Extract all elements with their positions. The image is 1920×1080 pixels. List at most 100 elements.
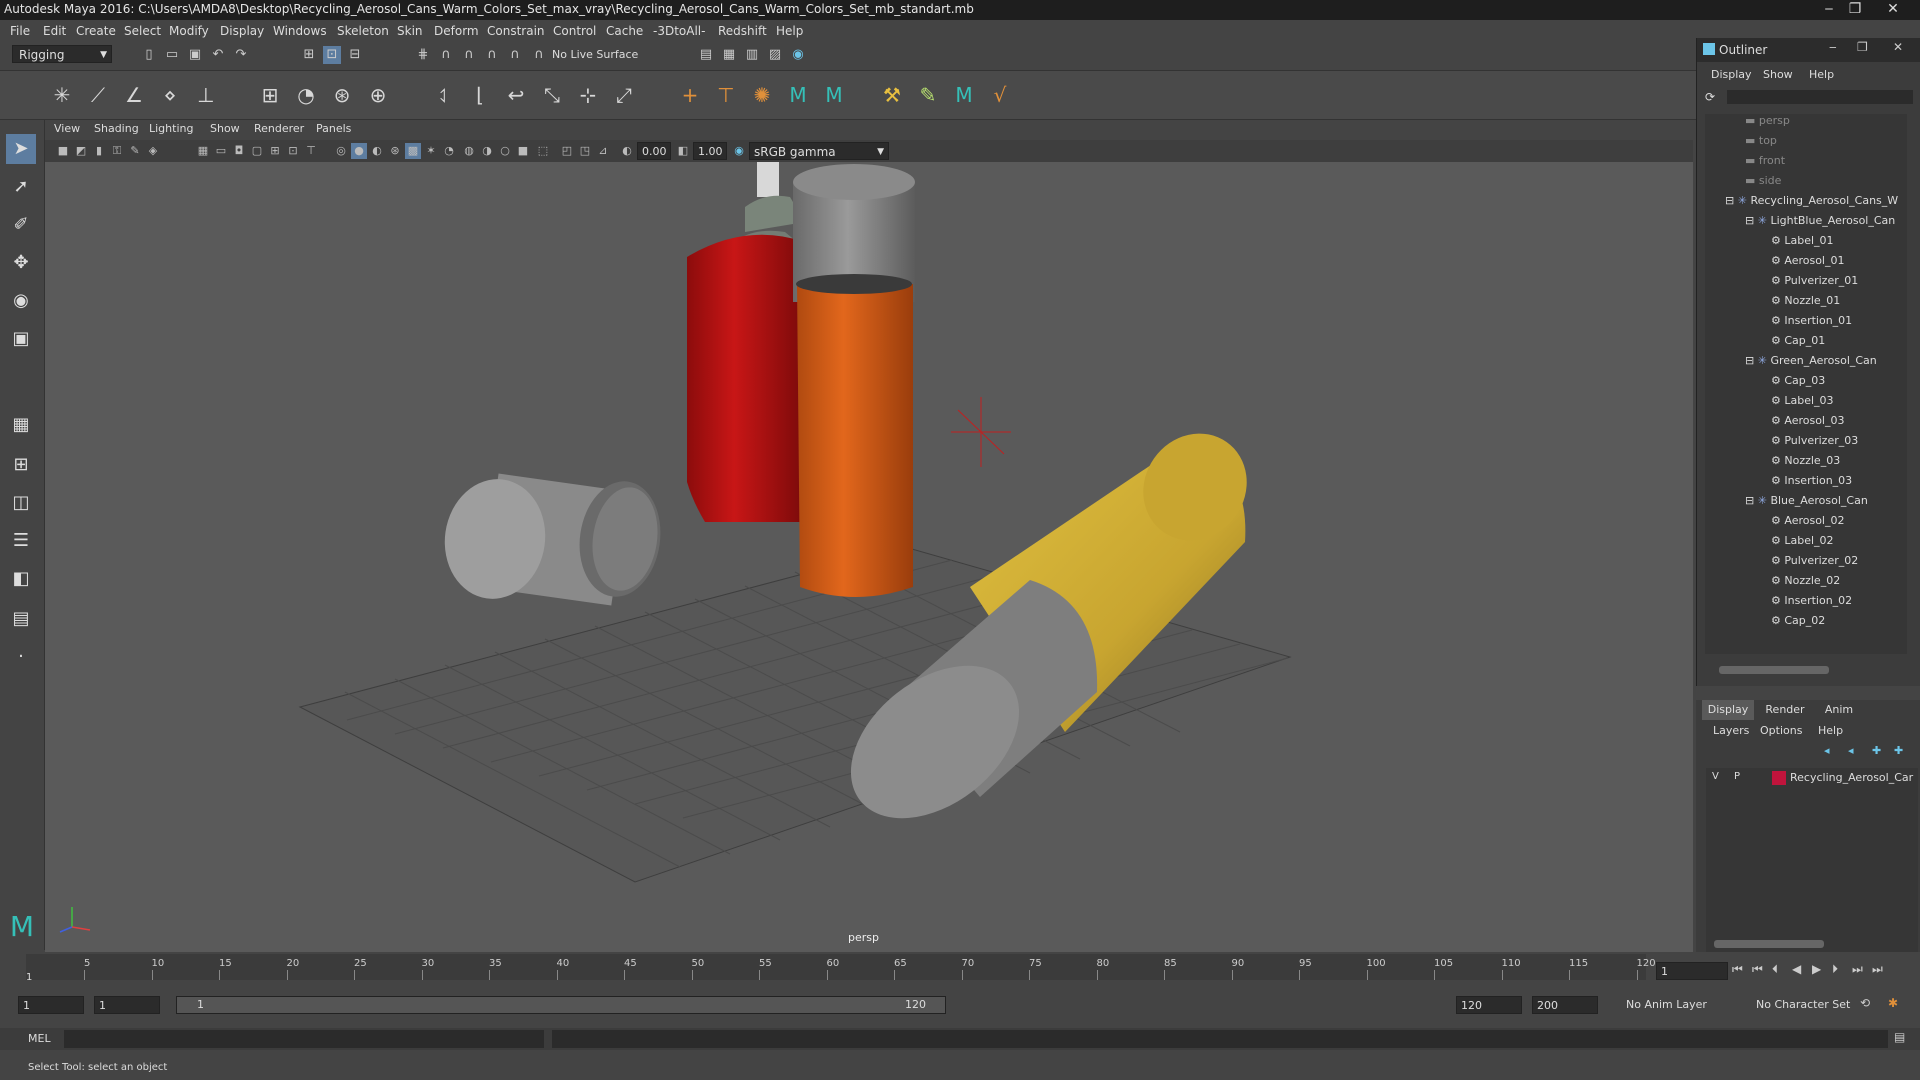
camera-icon[interactable]: ◈ [145,143,161,159]
undo-icon[interactable]: ↶ [209,46,227,64]
motion-blur-icon[interactable]: ◑ [479,143,495,159]
outliner-camera-top[interactable]: ▬ top [1745,134,1777,154]
outliner-mesh-item[interactable]: ⚙ Nozzle_01 [1771,294,1840,314]
menu-cache[interactable]: Cache [606,24,643,38]
render-settings-icon[interactable]: ▤ [697,46,715,64]
menu-help[interactable]: Help [776,24,803,38]
ik-fk-icon[interactable]: ⊤ [712,81,740,109]
wireframe-on-shaded-icon[interactable]: ⊛ [387,143,403,159]
outliner-hscrollbar[interactable] [1719,666,1829,674]
menu-set-dropdown[interactable]: Rigging ▼ [12,45,112,63]
rotate-tool-icon[interactable]: ◉ [6,286,36,316]
outliner-mesh-item[interactable]: ⚙ Label_03 [1771,394,1834,414]
pole-vector-icon[interactable]: ⤢ [610,81,638,109]
scale-tool-icon[interactable]: ▣ [6,324,36,354]
collapse-icon[interactable]: ⊟ [1745,354,1758,367]
gate-mask-icon[interactable]: ▢ [249,143,265,159]
outliner-mesh-item[interactable]: ⚙ Insertion_01 [1771,314,1852,334]
xray-components-icon[interactable]: ⊿ [595,143,611,159]
view-transform-dropdown[interactable]: sRGB gamma ▼ [749,142,889,160]
move-layer-up-icon[interactable]: ◂ [1824,744,1830,757]
snap-curve-icon[interactable]: ∩ [437,46,455,64]
tab-anim[interactable]: Anim [1814,700,1864,720]
default-lighting-icon[interactable]: ◐ [369,143,385,159]
bind-skin-icon[interactable]: ⋄ [156,81,184,109]
play-forward-icon[interactable]: ▶ [1812,962,1821,976]
viewport-menu-show[interactable]: Show [210,122,240,135]
new-scene-icon[interactable]: ▯ [140,46,158,64]
layers-menu-help[interactable]: Help [1818,724,1843,737]
script-editor-icon[interactable]: ▤ [1894,1030,1905,1044]
camera-attributes-icon[interactable]: ■ [55,143,71,159]
layer-color-swatch[interactable] [1772,771,1786,785]
image-plane-icon[interactable]: ▮ [91,143,107,159]
snap-view-icon[interactable]: ∩ [483,46,501,64]
screen-space-ao-icon[interactable]: ◍ [461,143,477,159]
go-to-end-icon[interactable]: ⏭ [1872,962,1883,977]
film-gate-icon[interactable]: ▭ [213,143,229,159]
exposure-icon[interactable]: ◐ [619,143,635,159]
layout-four-icon[interactable]: ⊞ [6,450,36,480]
menu-deform[interactable]: Deform [434,24,479,38]
outliner-maximize-button[interactable]: ❐ [1857,40,1868,54]
ipr-render-icon[interactable]: ▥ [743,46,761,64]
refresh-icon[interactable]: ⟳ [1705,90,1715,104]
outliner-camera-front[interactable]: ▬ front [1745,154,1785,174]
outliner-mesh-item[interactable]: ⚙ Nozzle_03 [1771,454,1840,474]
ik-handle-icon[interactable]: ⟋ [84,81,112,109]
outliner-close-button[interactable]: ✕ [1893,40,1903,54]
locator-icon[interactable]: + [676,81,704,109]
outliner-menu-show[interactable]: Show [1763,68,1793,81]
snap-grid-icon[interactable]: ⋕ [414,46,432,64]
maya-script-icon[interactable]: M [820,81,848,109]
paint-weights-icon[interactable]: ⊥ [192,81,220,109]
outliner-root-group[interactable]: ⊟ ✳ Recycling_Aerosol_Cans_W [1725,194,1898,214]
collapse-icon[interactable]: ⊟ [1745,214,1758,227]
resolution-gate-icon[interactable]: ◘ [231,143,247,159]
outliner-mesh-item[interactable]: ⚙ Aerosol_03 [1771,414,1844,434]
menu-windows[interactable]: Windows [273,24,327,38]
menu-redshift[interactable]: Redshift [718,24,767,38]
set-key-icon[interactable]: ✺ [748,81,776,109]
outliner-mesh-item[interactable]: ⚙ Cap_01 [1771,334,1825,354]
outliner-group[interactable]: ⊟ ✳ Green_Aerosol_Can [1745,354,1877,374]
use-lights-icon[interactable]: ✶ [423,143,439,159]
new-layer-selected-icon[interactable]: ✚ [1894,744,1903,757]
menu-skeleton[interactable]: Skeleton [337,24,389,38]
hypershade-icon[interactable]: ◉ [789,46,807,64]
check-icon[interactable]: √ [986,81,1014,109]
minimize-button[interactable]: ‒ [1816,0,1842,18]
outliner-mesh-item[interactable]: ⚙ Nozzle_02 [1771,574,1840,594]
menu-create[interactable]: Create [76,24,116,38]
menu-skin[interactable]: Skin [397,24,423,38]
character-set-dropdown[interactable]: No Character Set [1756,998,1850,1011]
field-chart-icon[interactable]: ⊞ [267,143,283,159]
menu-file[interactable]: File [10,24,30,38]
outliner-mesh-item[interactable]: ⚙ Label_02 [1771,534,1834,554]
move-layer-down-icon[interactable]: ◂ [1848,744,1854,757]
safe-title-icon[interactable]: ⊤ [303,143,319,159]
snap-live-icon[interactable]: ∩ [530,46,548,64]
grid-toggle-icon[interactable]: ▦ [195,143,211,159]
menu-select[interactable]: Select [124,24,161,38]
viewport-menu-view[interactable]: View [54,122,80,135]
safe-action-icon[interactable]: ⊡ [285,143,301,159]
render-current-icon[interactable]: ▦ [720,46,738,64]
menu-modify[interactable]: Modify [169,24,209,38]
auto-key-icon[interactable]: ⟲ [1860,996,1870,1010]
maya-settings-icon[interactable]: M [950,81,978,109]
outliner-mesh-item[interactable]: ⚙ Pulverizer_03 [1771,434,1858,454]
outliner-mesh-item[interactable]: ⚙ Cap_03 [1771,374,1825,394]
animation-end-field[interactable]: 200 [1532,996,1598,1014]
command-input[interactable] [64,1030,544,1048]
layout-single-icon[interactable]: ▦ [6,410,36,440]
outliner-mesh-item[interactable]: ⚙ Cap_02 [1771,614,1825,634]
paint-select-icon[interactable]: ✐ [6,210,36,240]
time-slider[interactable]: 1 5 10 15 20 25 30 35 40 45 50 55 60 65 70 75 80 85 90 95 1… [0,952,1920,990]
step-forward-frame-icon[interactable]: ⏵ [1832,962,1838,977]
outliner-filter-field[interactable] [1727,90,1913,104]
lattice-icon[interactable]: ⊛ [328,81,356,109]
viewport-menu-shading[interactable]: Shading [94,122,139,135]
xray-joints-icon[interactable]: ◳ [577,143,593,159]
current-frame-field[interactable]: 1 [1656,962,1728,980]
